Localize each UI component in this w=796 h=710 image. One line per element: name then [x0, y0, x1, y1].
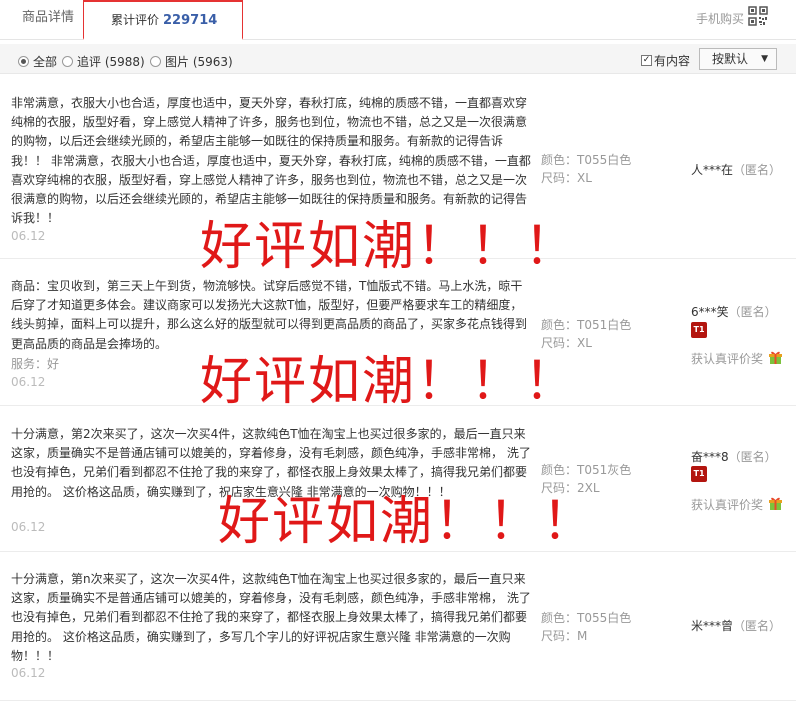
review-filter-bar: 全部 追评 (5988) 图片 (5963) ✓ 有内容 按默认 ▼ [0, 44, 796, 74]
praise-overlay-text: 好评如潮！！！ [218, 492, 597, 552]
filter-images-radio[interactable]: 图片 (5963) [150, 53, 233, 70]
review-item: 十分满意，第n次来买了，这次一次买4件，这款纯色T恤在淘宝上也买过很多家的，最后… [0, 553, 796, 701]
tab-reviews-count: 229714 [163, 13, 218, 28]
has-content-checkbox[interactable]: ✓ 有内容 [641, 52, 690, 69]
reviewer-level-badge: T1 [691, 466, 707, 482]
filter-append-radio[interactable]: 追评 (5988) [62, 53, 145, 70]
praise-overlay-text: 好评如潮！！！ [200, 352, 579, 412]
filter-all-label: 全部 [33, 55, 58, 69]
filter-append-label: 追评 (5988) [77, 55, 145, 69]
chevron-down-icon: ▼ [761, 54, 768, 64]
review-date: 06.12 [11, 375, 46, 389]
review-text: 非常满意，衣服大小也合适，厚度也适中，夏天外穿，春秋打底，纯棉的质感不错，一直都… [11, 96, 531, 226]
review-sku: 颜色：T051白色 尺码：XL [541, 316, 631, 352]
sku-size: 尺码：XL [541, 336, 592, 350]
review-date: 06.12 [11, 520, 46, 534]
gift-icon [769, 351, 782, 364]
review-text: 十分满意，第n次来买了，这次一次买4件，这款纯色T恤在淘宝上也买过很多家的，最后… [11, 572, 531, 663]
review-text: 商品：宝贝收到，第三天上午到货，物流够快。试穿后感觉不错，T恤版式不错。马上水洗… [11, 279, 528, 351]
review-sku: 颜色：T055白色 尺码：XL [541, 151, 631, 187]
sort-dropdown[interactable]: 按默认 ▼ [699, 48, 777, 70]
filter-all-radio[interactable]: 全部 [18, 53, 57, 70]
reviewer-name: 6***笑（匿名） [691, 305, 777, 319]
sku-color: 颜色：T051灰色 [541, 463, 632, 477]
review-reward-label: 获认真评价奖 [691, 352, 764, 366]
tab-reviews-label: 累计评价 [111, 13, 160, 27]
anonymous-tag: （匿名） [728, 450, 777, 464]
review-sku: 颜色：T055白色 尺码：M [541, 609, 631, 645]
filter-images-label: 图片 (5963) [165, 55, 233, 69]
review-date: 06.12 [11, 229, 46, 243]
tab-bar: 商品详情 累计评价 229714 手机购买 [0, 0, 796, 40]
checkbox-checked-icon: ✓ [641, 55, 652, 66]
reviewer-name: 奋***8（匿名） [691, 450, 777, 464]
reviewer-level-badge: T1 [691, 322, 707, 338]
review-service: 服务：好 [11, 357, 60, 371]
sku-size: 尺码：M [541, 629, 588, 643]
radio-icon [62, 56, 73, 67]
review-text: 十分满意，第2次来买了，这次一次买4件，这款纯色T恤在淘宝上也买过很多家的，最后… [11, 427, 531, 499]
sku-color: 颜色：T051白色 [541, 318, 632, 332]
sku-size: 尺码：XL [541, 171, 592, 185]
review-reward-label: 获认真评价奖 [691, 498, 764, 512]
sku-color: 颜色：T055白色 [541, 153, 632, 167]
anonymous-tag: （匿名） [728, 305, 777, 319]
gift-icon [769, 497, 782, 510]
praise-overlay-text: 好评如潮！！！ [200, 217, 579, 277]
anonymous-tag: （匿名） [733, 163, 782, 177]
tab-product-detail[interactable]: 商品详情 [22, 0, 74, 40]
review-date: 06.12 [11, 666, 46, 680]
mobile-buy-link[interactable]: 手机购买 [696, 10, 744, 27]
qr-code-icon[interactable] [748, 6, 768, 26]
sku-color: 颜色：T055白色 [541, 611, 632, 625]
reviewer-name: 人***在（匿名） [691, 163, 782, 177]
has-content-label: 有内容 [654, 54, 691, 68]
sort-value: 按默认 [712, 52, 749, 66]
reviewer-name: 米***曾（匿名） [691, 619, 782, 633]
anonymous-tag: （匿名） [733, 619, 782, 633]
radio-selected-icon [18, 56, 29, 67]
tab-reviews[interactable]: 累计评价 229714 [83, 0, 243, 40]
radio-icon [150, 56, 161, 67]
